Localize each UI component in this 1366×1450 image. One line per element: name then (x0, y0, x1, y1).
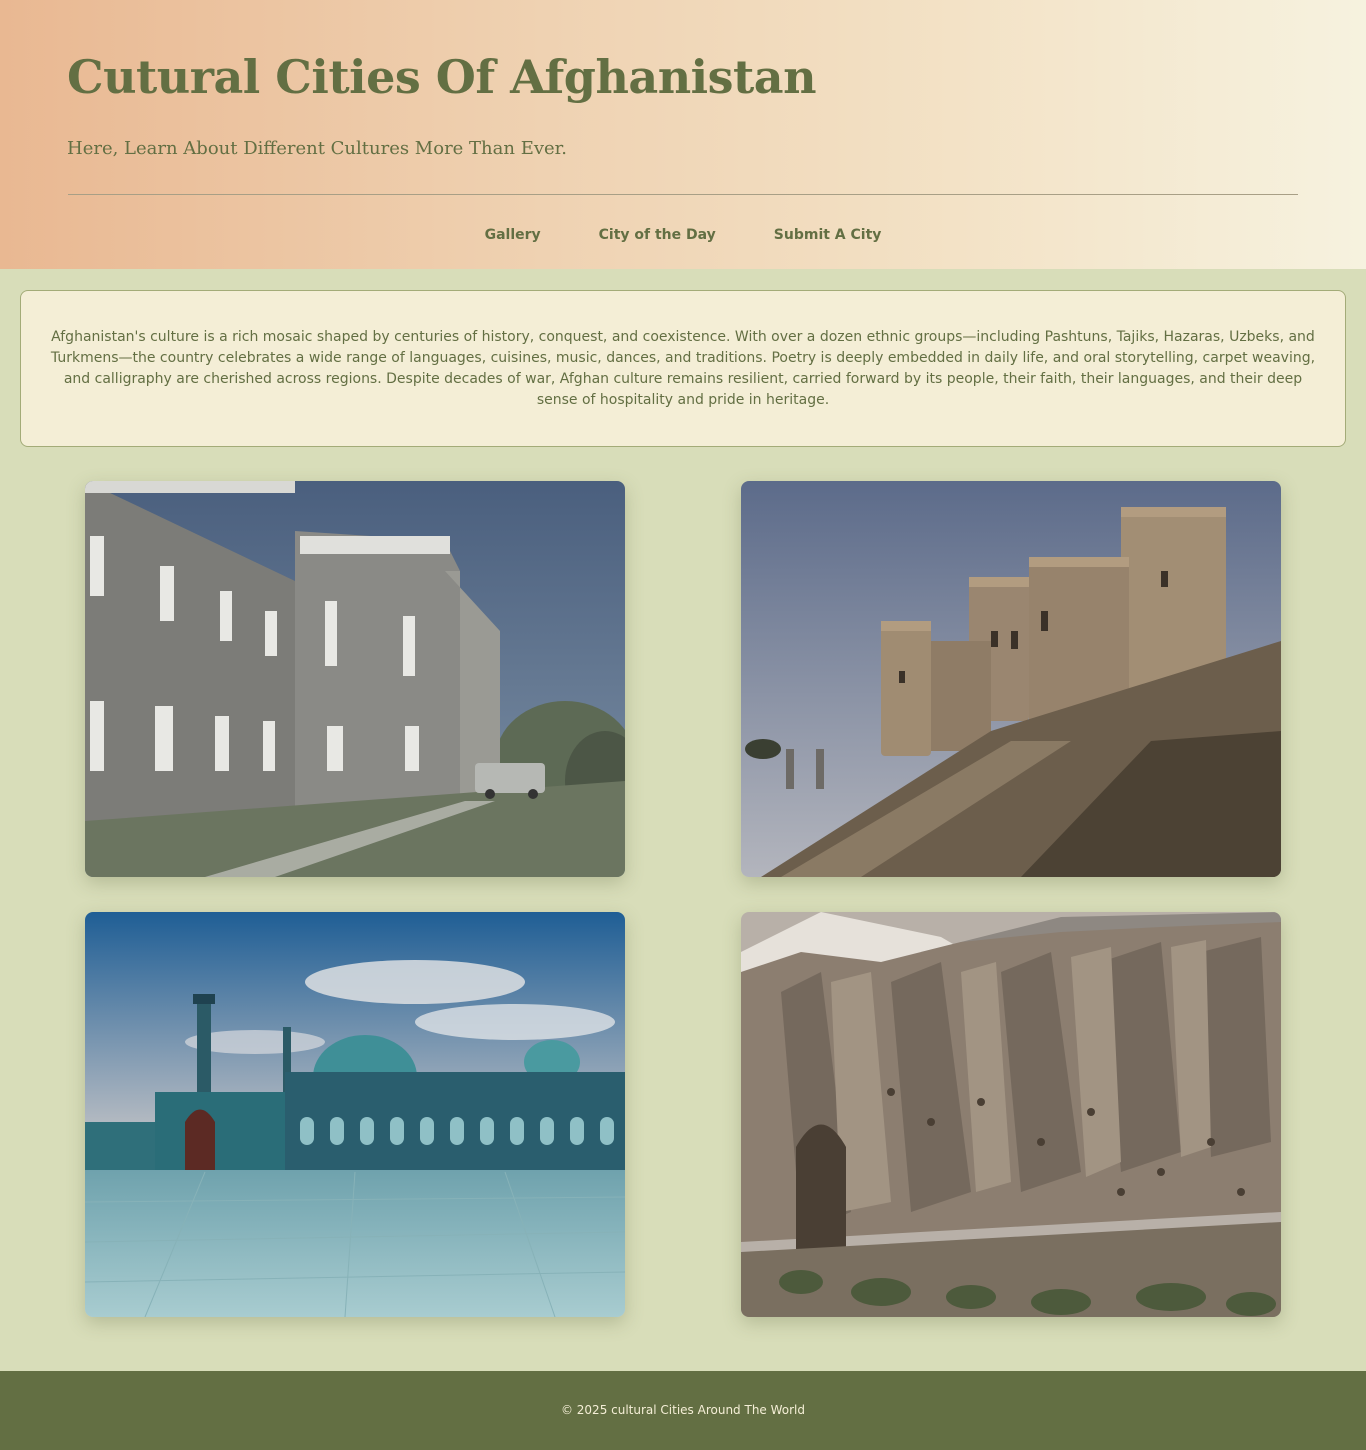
nav-link-submit-a-city[interactable]: Submit A City (774, 227, 882, 251)
nav-link-city-of-the-day[interactable]: City of the Day (599, 227, 716, 251)
site-title: Cutural Cities Of Afghanistan (67, 50, 817, 104)
intro-card: Afghanistan's culture is a rich mosaic s… (20, 290, 1346, 447)
intro-text: Afghanistan's culture is a rich mosaic s… (50, 329, 1316, 408)
museum-photo (85, 481, 625, 877)
footer-copyright: © 2025 cultural Cities Around The World (560, 1403, 806, 1417)
site-subtitle: Here, Learn About Different Cultures Mor… (67, 138, 568, 159)
site-header: Cutural Cities Of Afghanistan Here, Lear… (0, 0, 1366, 269)
main-nav: Gallery City of the Day Submit A City (0, 227, 1366, 251)
header-divider (68, 194, 1298, 195)
site-footer: © 2025 cultural Cities Around The World (0, 1371, 1366, 1450)
gallery-image-museum[interactable] (85, 481, 625, 877)
gallery-image-citadel[interactable] (741, 481, 1281, 877)
nav-link-gallery[interactable]: Gallery (485, 227, 541, 251)
gallery-image-blue-mosque[interactable] (85, 912, 625, 1317)
citadel-photo (741, 481, 1281, 877)
bamiyan-photo (741, 912, 1281, 1317)
gallery-image-bamiyan[interactable] (741, 912, 1281, 1317)
blue-mosque-photo (85, 912, 625, 1317)
